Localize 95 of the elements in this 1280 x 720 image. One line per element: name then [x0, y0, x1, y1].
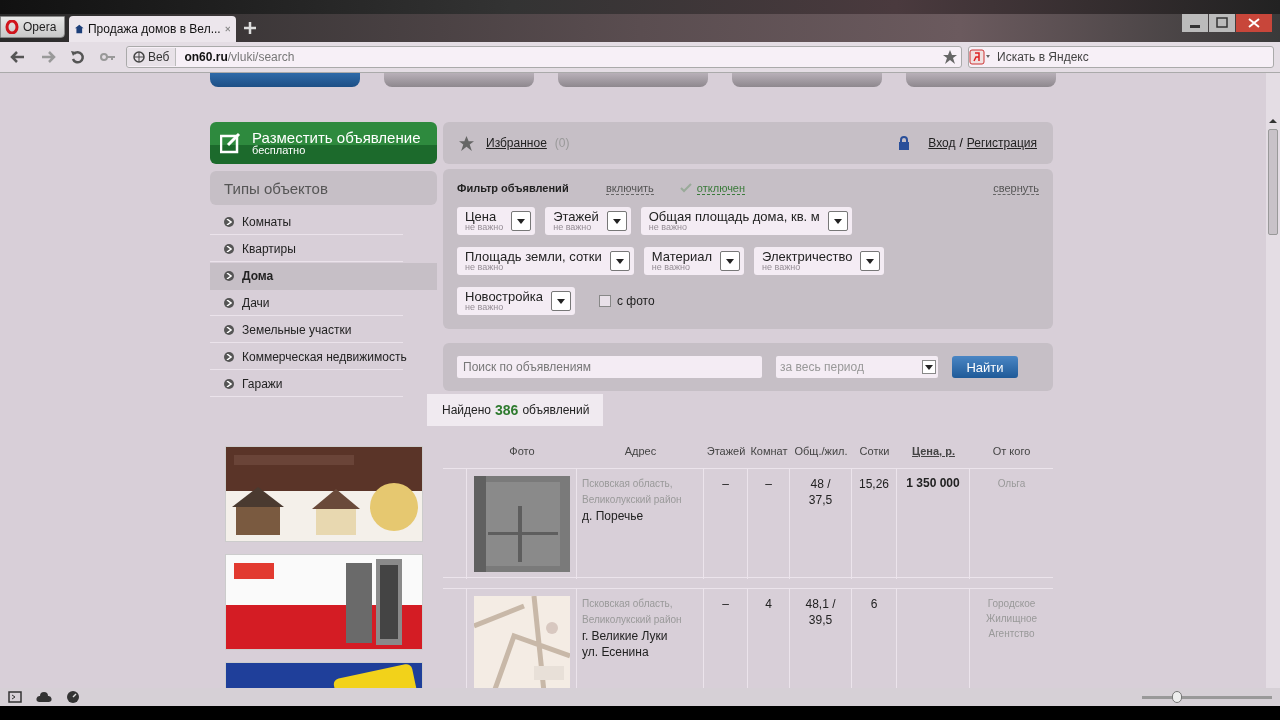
chevron-icon	[224, 217, 234, 227]
panel-icon[interactable]	[8, 691, 22, 703]
menu-tab[interactable]	[906, 73, 1056, 87]
window-controls-icon[interactable]	[1182, 14, 1272, 32]
column-header: Этажей	[705, 444, 747, 459]
star-icon[interactable]	[943, 50, 957, 64]
globe-icon	[133, 51, 145, 63]
favorites-link[interactable]: Избранное	[486, 136, 547, 150]
star-icon	[459, 135, 474, 151]
browser-tab[interactable]: Продажа домов в Вел...	[69, 16, 237, 42]
edit-icon	[220, 132, 242, 154]
chevron-icon	[224, 244, 234, 254]
post-ad-button[interactable]: Разместить объявление бесплатно	[210, 122, 437, 164]
dropdown-arrow-icon	[615, 258, 624, 264]
seller-text: Городское Жилищное Агентство	[984, 597, 1039, 641]
chevron-icon	[224, 298, 234, 308]
chevron-icon	[224, 325, 234, 335]
enable-filter-link[interactable]: включить	[606, 181, 654, 195]
results-count: Найдено 386 объявлений	[427, 394, 603, 426]
table-cell-text: –	[721, 476, 730, 492]
locality-text: г. Великие Луки ул. Есенина	[582, 628, 668, 660]
locality-text: д. Поречье	[582, 508, 644, 524]
filter-dropdown[interactable]: Материал не важно	[643, 247, 744, 275]
tab-title: Продажа домов в Вел...	[87, 22, 221, 36]
table-cell-text: 15,26	[858, 476, 890, 492]
opera-menu-button[interactable]: Opera	[0, 16, 66, 38]
chevron-icon	[224, 271, 234, 281]
chevron-icon	[224, 379, 234, 389]
close-icon[interactable]	[224, 25, 231, 33]
scroll-up-icon[interactable]	[1269, 117, 1277, 125]
url-text: on60.ru/vluki/search	[183, 50, 296, 64]
table-cell-text: 4	[764, 596, 773, 612]
cloud-icon[interactable]	[36, 692, 52, 702]
scroll-thumb[interactable]	[1268, 129, 1278, 235]
yandex-logo-icon	[969, 49, 991, 65]
table-cell-text: 48,1 / 39,5	[804, 596, 837, 628]
dropdown-arrow-icon	[925, 364, 933, 370]
web-label: Веб	[148, 50, 170, 64]
dropdown-arrow-icon	[557, 298, 565, 304]
dropdown-arrow-icon	[612, 218, 621, 224]
web-badge[interactable]: Веб	[127, 48, 177, 66]
filter-dropdown[interactable]: Общая площадь дома, кв. м не важно	[640, 207, 852, 235]
dropdown-arrow-icon	[726, 258, 734, 264]
column-header: Адрес	[623, 444, 658, 459]
column-header: От кого	[991, 444, 1032, 459]
filter-dropdown[interactable]: Электричество не важно	[754, 247, 885, 275]
new-tab-icon[interactable]	[244, 22, 257, 34]
address-field[interactable]: Веб on60.ru/vluki/search	[126, 46, 962, 68]
scrollbar[interactable]	[1266, 73, 1280, 688]
menu-tab[interactable]	[384, 73, 534, 87]
collapse-link[interactable]: свернуть	[993, 181, 1039, 195]
table-cell-text: 6	[869, 596, 879, 612]
lock-icon	[898, 136, 911, 150]
column-header: Общ./жил.	[793, 444, 849, 459]
column-header: Фото	[508, 444, 536, 459]
sidebar-title: Типы объектов	[210, 171, 437, 205]
dropdown-arrow-icon	[866, 258, 875, 264]
filter-dropdown[interactable]: Этажей не важно	[545, 207, 631, 235]
column-header: Сотки	[858, 444, 891, 459]
table-cell-text: 48 / 37,5	[807, 476, 834, 508]
forward-icon[interactable]	[40, 49, 56, 65]
back-icon[interactable]	[10, 49, 26, 65]
dropdown-arrow-icon	[833, 218, 842, 224]
filter-dropdown[interactable]: Цена не важно	[457, 207, 536, 235]
filter-dropdown[interactable]: Новостройка не важно	[457, 287, 575, 315]
search-input[interactable]: Поиск по объявлениям	[457, 356, 762, 378]
login-link[interactable]: Вход	[928, 136, 956, 150]
separator-text: /	[959, 136, 963, 150]
slider-thumb[interactable]	[1172, 690, 1183, 703]
dropdown-arrow-icon	[517, 218, 526, 224]
price-text: 1 350 000	[906, 476, 960, 490]
photo-checkbox[interactable]	[599, 295, 611, 307]
opera-logo-icon	[5, 20, 19, 34]
house-icon	[75, 23, 84, 35]
menu-tab[interactable]	[558, 73, 708, 87]
table-cell-text: –	[764, 476, 773, 492]
chevron-icon	[224, 352, 234, 362]
region-text: Псковская область, Великолукский район	[582, 477, 683, 507]
filter-dropdown[interactable]: Площадь земли, сотки не важно	[457, 247, 634, 275]
filter-title: Фильтр объявлений	[457, 182, 570, 194]
region-text: Псковская область, Великолукский район	[582, 597, 683, 627]
menu-tab[interactable]	[732, 73, 882, 87]
speedometer-icon[interactable]	[66, 690, 80, 704]
seller-text: Ольга	[996, 477, 1027, 491]
checkbox-label: с фото	[617, 294, 655, 308]
find-button[interactable]: Найти	[952, 356, 1018, 378]
column-header[interactable]: Цена, р.	[897, 434, 970, 468]
menu-tab[interactable]	[210, 73, 360, 87]
check-icon	[679, 183, 692, 193]
category-item[interactable]: Дома	[210, 263, 437, 290]
register-link[interactable]: Регистрация	[966, 136, 1037, 150]
column-header: Комнат	[749, 444, 789, 459]
table-cell-text: –	[721, 596, 730, 612]
search-field[interactable]: Искать в Яндекс	[968, 46, 1274, 68]
reload-icon[interactable]	[70, 49, 86, 65]
